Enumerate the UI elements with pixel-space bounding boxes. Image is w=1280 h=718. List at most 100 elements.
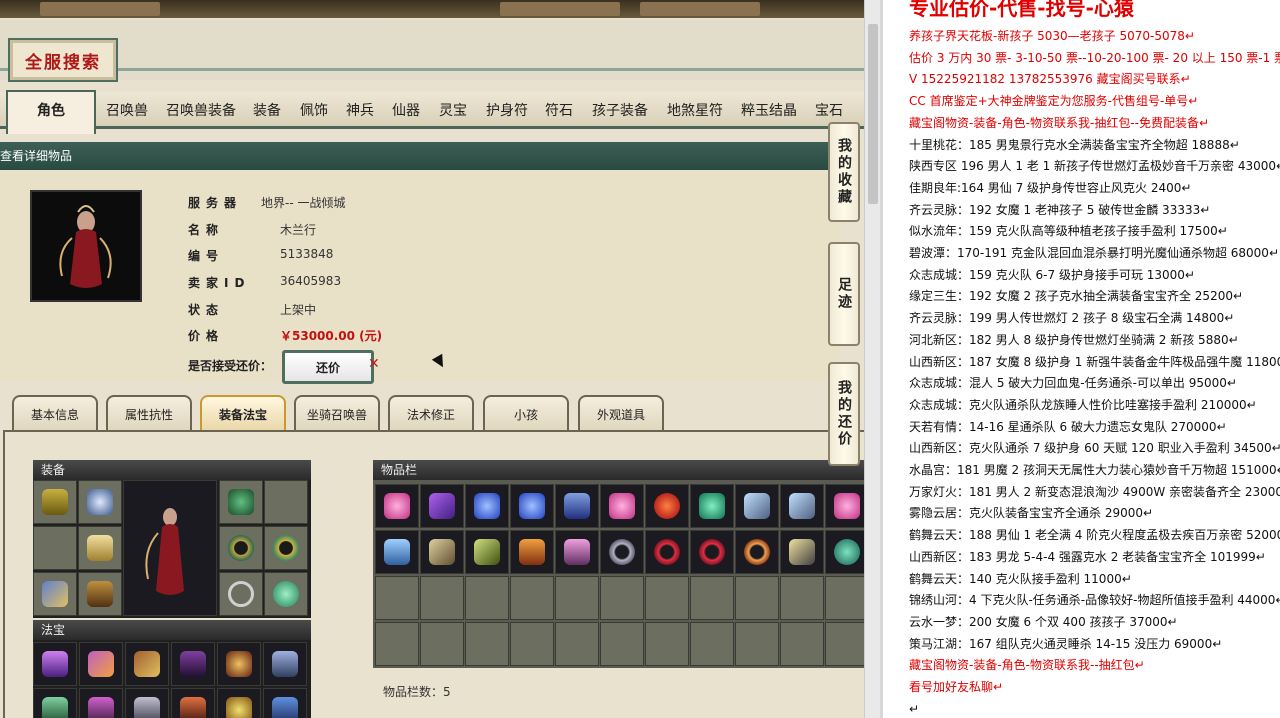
inventory-slot[interactable]	[555, 576, 599, 620]
tab-amulet[interactable]: 护身符	[486, 100, 528, 120]
treasure-slot[interactable]	[125, 642, 169, 686]
equip-slot[interactable]	[219, 526, 263, 570]
tab-appearance[interactable]: 外观道具	[578, 395, 664, 431]
inventory-slot[interactable]	[465, 530, 509, 574]
inventory-slot[interactable]	[465, 622, 509, 666]
inventory-slot[interactable]	[690, 622, 734, 666]
inventory-slot[interactable]	[735, 530, 779, 574]
tab-jade-crystal[interactable]: 粹玉结晶	[741, 100, 797, 120]
treasure-slot[interactable]	[263, 688, 307, 718]
equip-slot[interactable]	[78, 480, 122, 524]
treasure-slot[interactable]	[79, 642, 123, 686]
inventory-slot[interactable]	[510, 530, 554, 574]
tab-child[interactable]: 小孩	[483, 395, 569, 431]
inventory-slot[interactable]	[690, 484, 734, 528]
close-icon[interactable]: ✕	[368, 356, 380, 372]
tab-spirit-treasure[interactable]: 灵宝	[439, 100, 467, 120]
inventory-slot[interactable]	[375, 622, 419, 666]
treasure-slot[interactable]	[263, 642, 307, 686]
equip-slot[interactable]	[78, 572, 122, 616]
sidebar-item-history[interactable]: 足迹	[828, 242, 860, 346]
inventory-slot[interactable]	[690, 576, 734, 620]
tab-rune-stone[interactable]: 符石	[545, 100, 573, 120]
inventory-slot[interactable]	[375, 530, 419, 574]
treasure-slot[interactable]	[217, 688, 261, 718]
fan-icon	[88, 697, 114, 718]
inventory-slot[interactable]	[645, 622, 689, 666]
equip-slot[interactable]	[219, 480, 263, 524]
inventory-slot[interactable]	[780, 484, 824, 528]
treasure-slot[interactable]	[171, 642, 215, 686]
tab-attributes[interactable]: 属性抗性	[106, 395, 192, 431]
inventory-slot[interactable]	[375, 484, 419, 528]
inventory-slot[interactable]	[420, 530, 464, 574]
inventory-slot[interactable]	[825, 484, 864, 528]
inventory-slot[interactable]	[420, 576, 464, 620]
tab-equipment-treasure[interactable]: 装备法宝	[200, 395, 286, 431]
inventory-slot[interactable]	[780, 530, 824, 574]
inventory-slot[interactable]	[510, 576, 554, 620]
inventory-slot[interactable]	[510, 484, 554, 528]
treasure-slot[interactable]	[125, 688, 169, 718]
haggle-button[interactable]: 还价	[282, 350, 374, 384]
scrollbar-thumb[interactable]	[868, 24, 878, 204]
inventory-slot[interactable]	[825, 576, 864, 620]
inventory-slot[interactable]	[465, 576, 509, 620]
tab-fairy-weapon[interactable]: 仙器	[392, 100, 420, 120]
inventory-slot[interactable]	[600, 576, 644, 620]
inventory-slot[interactable]	[735, 576, 779, 620]
inventory-slot[interactable]	[555, 530, 599, 574]
equip-slot[interactable]	[33, 572, 77, 616]
equip-slot[interactable]	[264, 572, 308, 616]
tab-divine-weapon[interactable]: 神兵	[346, 100, 374, 120]
treasure-slot[interactable]	[217, 642, 261, 686]
inventory-slot[interactable]	[825, 622, 864, 666]
inventory-slot[interactable]	[555, 622, 599, 666]
tab-spell-correction[interactable]: 法术修正	[388, 395, 474, 431]
inventory-slot[interactable]	[690, 530, 734, 574]
inventory-slot[interactable]	[600, 484, 644, 528]
inventory-slot[interactable]	[420, 484, 464, 528]
inventory-slot[interactable]	[780, 622, 824, 666]
tab-summon[interactable]: 召唤兽	[106, 100, 148, 120]
inventory-slot[interactable]	[780, 576, 824, 620]
equip-slot[interactable]	[33, 526, 77, 570]
game-window: 全服搜索 角色 召唤兽 召唤兽装备 装备 佩饰 神兵 仙器 灵宝 护身符 符石 …	[0, 0, 864, 718]
tab-basic-info[interactable]: 基本信息	[12, 395, 98, 431]
equip-slot[interactable]	[264, 480, 308, 524]
inventory-slot[interactable]	[645, 530, 689, 574]
treasure-slot[interactable]	[33, 642, 77, 686]
inventory-slot[interactable]	[600, 622, 644, 666]
sidebar-item-favorites[interactable]: 我的收藏	[828, 122, 860, 222]
inventory-slot[interactable]	[510, 622, 554, 666]
tab-mount-summon[interactable]: 坐骑召唤兽	[294, 395, 380, 431]
tab-role[interactable]: 角色	[6, 90, 96, 134]
inventory-count: 物品栏数：5	[383, 685, 451, 699]
inventory-slot[interactable]	[465, 484, 509, 528]
server-search-button[interactable]: 全服搜索	[8, 38, 118, 82]
inventory-slot[interactable]	[645, 576, 689, 620]
inventory-slot[interactable]	[555, 484, 599, 528]
vertical-scrollbar[interactable]	[864, 0, 881, 718]
treasure-slot[interactable]	[79, 688, 123, 718]
tab-accessory[interactable]: 佩饰	[300, 100, 328, 120]
inventory-slot[interactable]	[645, 484, 689, 528]
tab-star-rune[interactable]: 地煞星符	[667, 100, 723, 120]
equip-slot[interactable]	[78, 526, 122, 570]
tab-summon-equipment[interactable]: 召唤兽装备	[166, 100, 236, 120]
inventory-slot[interactable]	[735, 484, 779, 528]
equip-slot[interactable]	[264, 526, 308, 570]
inventory-slot[interactable]	[600, 530, 644, 574]
inventory-slot[interactable]	[375, 576, 419, 620]
equip-slot[interactable]	[219, 572, 263, 616]
tab-equipment[interactable]: 装备	[253, 100, 281, 120]
tab-child-equipment[interactable]: 孩子装备	[592, 100, 648, 120]
inventory-slot[interactable]	[825, 530, 864, 574]
sidebar-item-my-offers[interactable]: 我的还价	[828, 362, 860, 466]
equip-slot[interactable]	[33, 480, 77, 524]
inventory-slot[interactable]	[420, 622, 464, 666]
treasure-slot[interactable]	[171, 688, 215, 718]
treasure-slot[interactable]	[33, 688, 77, 718]
inventory-slot[interactable]	[735, 622, 779, 666]
tab-gem[interactable]: 宝石	[815, 100, 843, 120]
